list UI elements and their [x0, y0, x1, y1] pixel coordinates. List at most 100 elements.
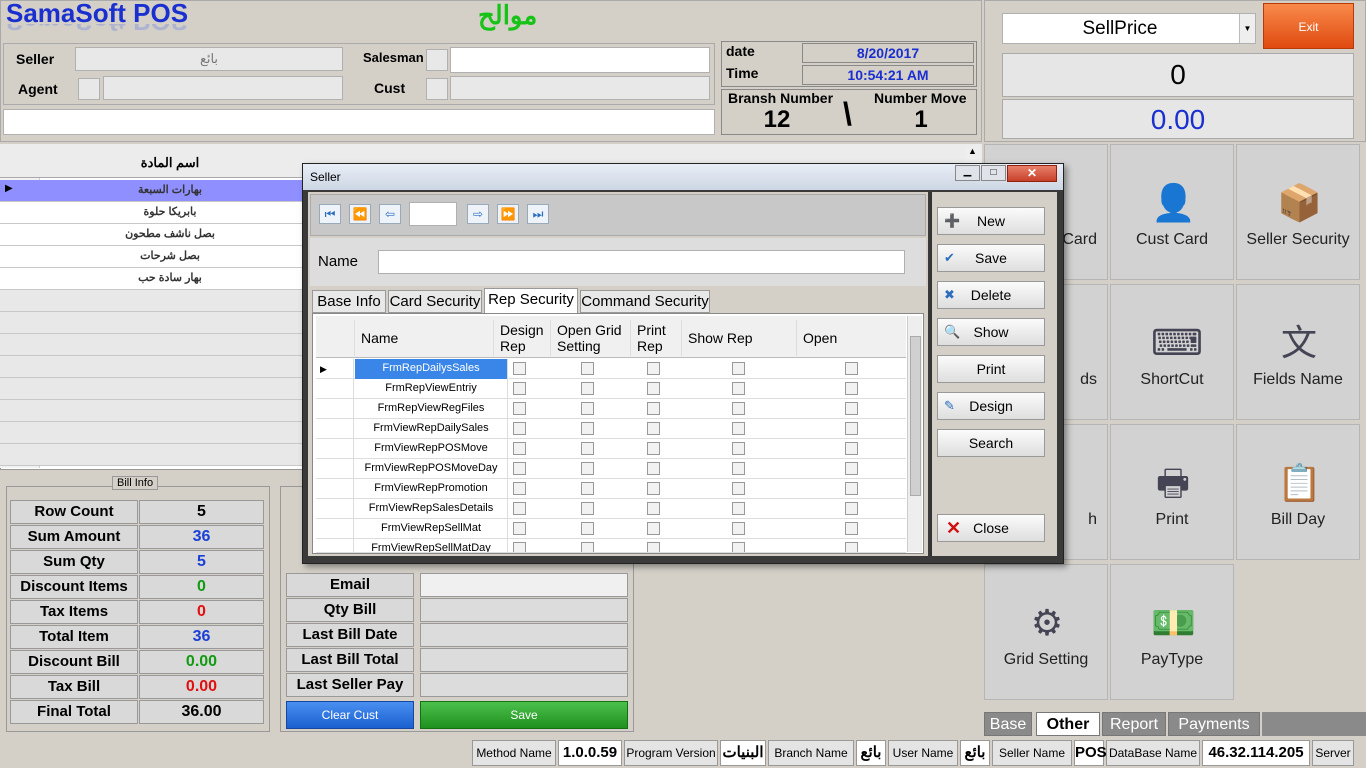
- agent-field[interactable]: [103, 76, 343, 100]
- rep-checkbox[interactable]: [845, 482, 858, 495]
- rep-checkbox[interactable]: [732, 382, 745, 395]
- tile-grid-setting[interactable]: ⚙ Grid Setting: [984, 564, 1108, 700]
- rep-checkbox[interactable]: [845, 442, 858, 455]
- agent-checkbox[interactable]: [78, 78, 100, 100]
- grid-row[interactable]: [0, 312, 303, 334]
- rep-checkbox[interactable]: [732, 542, 745, 552]
- grid-row[interactable]: [0, 356, 303, 378]
- rep-checkbox[interactable]: [845, 522, 858, 535]
- tab-payments[interactable]: Payments: [1168, 712, 1260, 736]
- minimize-button[interactable]: ▁: [955, 165, 980, 181]
- rep-checkbox[interactable]: [513, 402, 526, 415]
- tab-other[interactable]: Other: [1036, 712, 1100, 736]
- rep-checkbox[interactable]: [647, 482, 660, 495]
- dialog-tab-card-security[interactable]: Card Security: [388, 290, 482, 313]
- rep-checkbox[interactable]: [732, 502, 745, 515]
- rep-checkbox[interactable]: [513, 422, 526, 435]
- rep-grid-scrollbar[interactable]: [907, 316, 922, 552]
- nav-record-input[interactable]: [409, 202, 457, 226]
- rep-row[interactable]: FrmRepViewRegFiles: [316, 399, 906, 419]
- rep-checkbox[interactable]: [647, 402, 660, 415]
- grid-row[interactable]: بهار سادة حب: [0, 268, 303, 290]
- rep-checkbox[interactable]: [732, 422, 745, 435]
- rep-col-header[interactable]: Open Grid Setting: [550, 320, 630, 356]
- grid-row[interactable]: ▶ بهارات السبعة: [0, 180, 303, 202]
- cust-info-value[interactable]: [420, 598, 628, 622]
- grid-row[interactable]: بصل ناشف مطحون: [0, 224, 303, 246]
- rep-row[interactable]: FrmViewRepPOSMove: [316, 439, 906, 459]
- grid-row[interactable]: بابريكا حلوة: [0, 202, 303, 224]
- rep-checkbox[interactable]: [513, 502, 526, 515]
- rep-checkbox[interactable]: [732, 482, 745, 495]
- nav-next-page-icon[interactable]: ⏩: [497, 204, 519, 224]
- tab-report[interactable]: Report: [1102, 712, 1166, 736]
- rep-checkbox[interactable]: [581, 362, 594, 375]
- rep-col-header[interactable]: Name: [354, 320, 493, 356]
- rep-checkbox[interactable]: [581, 422, 594, 435]
- rep-checkbox[interactable]: [513, 522, 526, 535]
- rep-checkbox[interactable]: [513, 482, 526, 495]
- rep-checkbox[interactable]: [581, 522, 594, 535]
- rep-checkbox[interactable]: [513, 442, 526, 455]
- cust-info-value[interactable]: [420, 573, 628, 597]
- rep-checkbox[interactable]: [581, 542, 594, 552]
- rep-checkbox[interactable]: [581, 462, 594, 475]
- price-mode-select[interactable]: SellPrice ▼: [1002, 13, 1256, 44]
- salesman-field[interactable]: [450, 47, 710, 73]
- dialog-tab-rep-security[interactable]: Rep Security: [484, 288, 578, 314]
- show-button[interactable]: 🔍 Show: [937, 318, 1045, 346]
- seller-field[interactable]: بائع: [75, 47, 343, 71]
- tile-print[interactable]: 🖶 Print: [1110, 424, 1234, 560]
- tile-shortcut[interactable]: ⌨ ShortCut: [1110, 284, 1234, 420]
- close-icon[interactable]: ✕: [1007, 165, 1057, 182]
- rep-checkbox[interactable]: [732, 522, 745, 535]
- rep-col-header[interactable]: Design Rep: [493, 320, 550, 356]
- rep-checkbox[interactable]: [732, 402, 745, 415]
- rep-checkbox[interactable]: [845, 422, 858, 435]
- rep-row[interactable]: ▶ FrmRepDailysSales: [316, 359, 906, 379]
- rep-checkbox[interactable]: [581, 402, 594, 415]
- grid-row[interactable]: بصل شرحات: [0, 246, 303, 268]
- dialog-name-input[interactable]: [378, 250, 905, 274]
- search-button[interactable]: Search: [937, 429, 1045, 457]
- rep-checkbox[interactable]: [647, 382, 660, 395]
- save-bill-button[interactable]: Save: [420, 701, 628, 729]
- tile-cust-card[interactable]: 👤 Cust Card: [1110, 144, 1234, 280]
- cust-info-value[interactable]: [420, 623, 628, 647]
- scroll-thumb[interactable]: [910, 336, 921, 496]
- rep-checkbox[interactable]: [513, 382, 526, 395]
- nav-last-icon[interactable]: ⏭: [527, 204, 549, 224]
- rep-row[interactable]: FrmViewRepSellMat: [316, 519, 906, 539]
- rep-checkbox[interactable]: [513, 542, 526, 552]
- rep-checkbox[interactable]: [845, 502, 858, 515]
- grid-col-name[interactable]: اسم المادة: [40, 155, 300, 171]
- rep-row[interactable]: FrmViewRepSalesDetails: [316, 499, 906, 519]
- rep-checkbox[interactable]: [581, 382, 594, 395]
- rep-col-header[interactable]: Open: [796, 320, 906, 356]
- rep-checkbox[interactable]: [845, 542, 858, 552]
- save-button[interactable]: ✔ Save: [937, 244, 1045, 272]
- grid-row[interactable]: [0, 290, 303, 312]
- rep-row[interactable]: FrmViewRepPromotion: [316, 479, 906, 499]
- rep-checkbox[interactable]: [732, 442, 745, 455]
- rep-checkbox[interactable]: [647, 502, 660, 515]
- rep-checkbox[interactable]: [513, 462, 526, 475]
- salesman-checkbox[interactable]: [426, 49, 448, 71]
- maximize-button[interactable]: □: [981, 165, 1006, 181]
- tile-seller-security[interactable]: 📦 Seller Security: [1236, 144, 1360, 280]
- nav-first-icon[interactable]: ⏮: [319, 204, 341, 224]
- rep-checkbox[interactable]: [845, 402, 858, 415]
- dialog-tab-base-info[interactable]: Base Info: [312, 290, 386, 313]
- design-button[interactable]: ✎ Design: [937, 392, 1045, 420]
- rep-col-header[interactable]: Print Rep: [630, 320, 681, 356]
- rep-checkbox[interactable]: [647, 442, 660, 455]
- cust-field[interactable]: [450, 76, 710, 100]
- dialog-tab-command-security[interactable]: Command Security: [580, 290, 710, 313]
- rep-checkbox[interactable]: [647, 362, 660, 375]
- cust-checkbox[interactable]: [426, 78, 448, 100]
- cust-info-value[interactable]: [420, 648, 628, 672]
- rep-checkbox[interactable]: [581, 502, 594, 515]
- rep-row[interactable]: FrmViewRepDailySales: [316, 419, 906, 439]
- dialog-close-button[interactable]: ✕ Close: [937, 514, 1045, 542]
- rep-checkbox[interactable]: [732, 362, 745, 375]
